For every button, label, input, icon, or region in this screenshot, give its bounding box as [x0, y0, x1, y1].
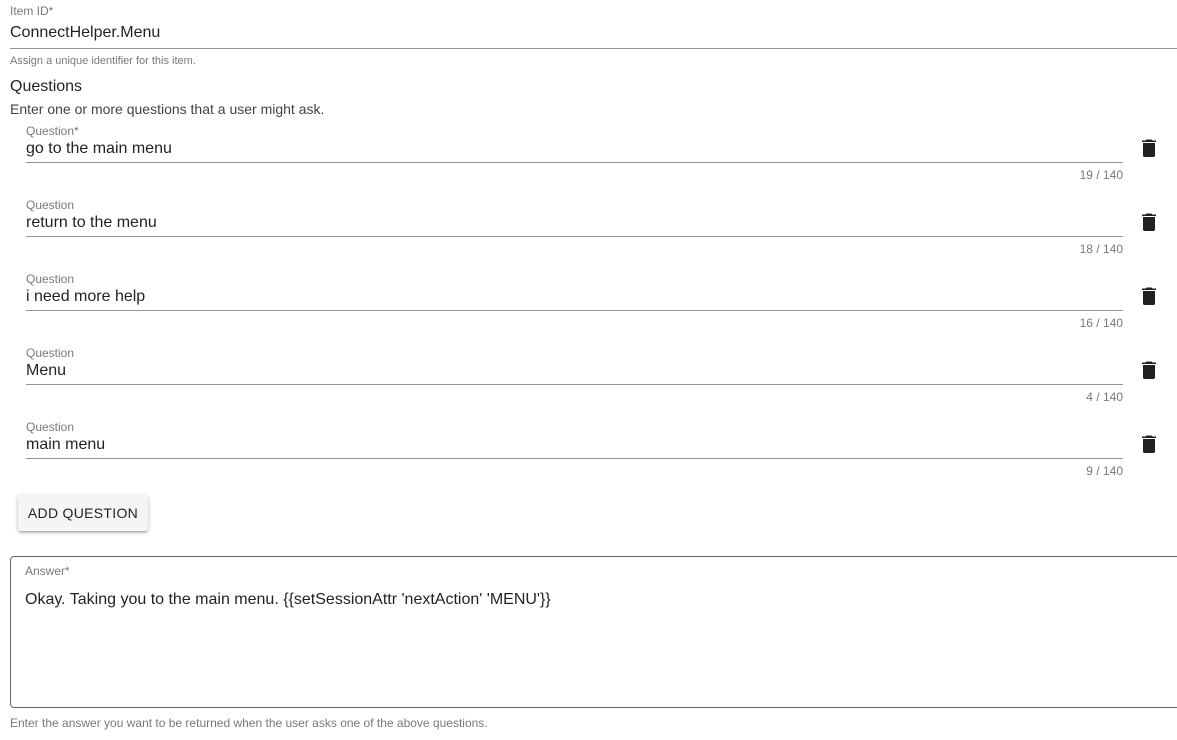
question-row: Question 18 / 140 [0, 198, 1177, 272]
trash-icon [1142, 139, 1156, 157]
delete-question-button[interactable] [1136, 431, 1162, 457]
question-input[interactable] [26, 433, 1123, 457]
question-underline [26, 310, 1123, 311]
trash-icon [1142, 435, 1156, 453]
question-char-counter: 4 / 140 [1086, 390, 1123, 404]
question-char-counter: 16 / 140 [1079, 316, 1123, 330]
question-char-counter: 19 / 140 [1079, 168, 1123, 182]
question-input[interactable] [26, 285, 1123, 309]
item-id-helper: Assign a unique identifier for this item… [10, 55, 196, 67]
answer-field[interactable]: Answer* Okay. Taking you to the main men… [10, 556, 1177, 708]
item-id-label: Item ID* [10, 4, 54, 18]
question-underline [26, 458, 1123, 459]
question-input[interactable] [26, 359, 1123, 383]
answer-helper: Enter the answer you want to be returned… [10, 716, 488, 730]
questions-description: Enter one or more questions that a user … [10, 101, 325, 117]
question-char-counter: 9 / 140 [1086, 464, 1123, 478]
question-row: Question 16 / 140 [0, 272, 1177, 346]
question-underline [26, 236, 1123, 237]
item-id-value[interactable]: ConnectHelper.Menu [10, 24, 160, 42]
delete-question-button[interactable] [1136, 135, 1162, 161]
question-label: Question [26, 346, 75, 360]
add-question-button[interactable]: ADD QUESTION [18, 495, 148, 531]
questions-title: Questions [10, 78, 83, 95]
delete-question-button[interactable] [1136, 209, 1162, 235]
question-underline [26, 384, 1123, 385]
answer-label: Answer* [25, 564, 70, 578]
question-row: Question 9 / 140 [0, 420, 1177, 494]
item-id-underline [10, 48, 1177, 49]
question-row: Question* 19 / 140 [0, 124, 1177, 198]
question-label: Question [26, 198, 75, 212]
question-label: Question [26, 420, 75, 434]
trash-icon [1142, 213, 1156, 231]
trash-icon [1142, 287, 1156, 305]
question-label: Question [26, 272, 75, 286]
question-label: Question* [26, 124, 79, 138]
question-char-counter: 18 / 140 [1079, 242, 1123, 256]
trash-icon [1142, 361, 1156, 379]
delete-question-button[interactable] [1136, 357, 1162, 383]
answer-textarea[interactable]: Okay. Taking you to the main menu. {{set… [25, 591, 1165, 691]
question-input[interactable] [26, 211, 1123, 235]
question-underline [26, 162, 1123, 163]
question-row: Question 4 / 140 [0, 346, 1177, 420]
question-input[interactable] [26, 137, 1123, 161]
delete-question-button[interactable] [1136, 283, 1162, 309]
